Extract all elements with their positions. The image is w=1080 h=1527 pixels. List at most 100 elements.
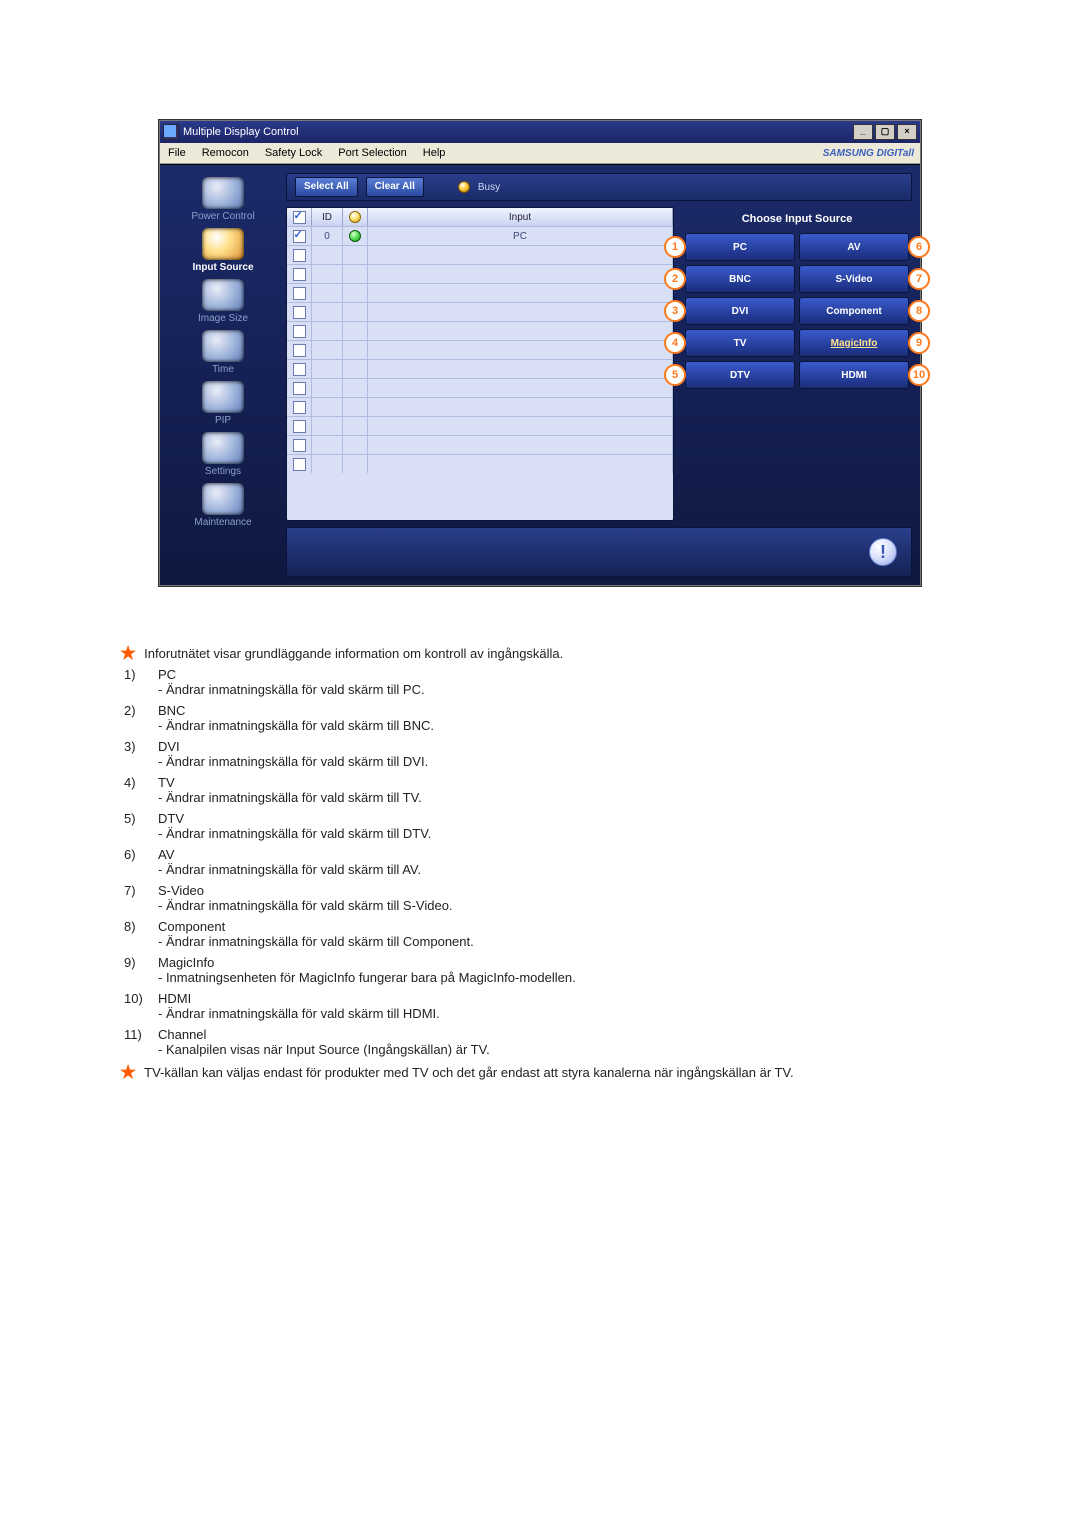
num-badge: 1 [664,236,686,258]
header-id[interactable]: ID [312,208,343,226]
input-source-panel: Choose Input Source 1PC AV6 2BNC S-Video… [682,207,912,521]
maximize-button[interactable]: ▢ [875,124,895,140]
table-body[interactable]: 0 PC [287,226,673,520]
menu-port-selection[interactable]: Port Selection [330,143,414,163]
source-bnc-button[interactable]: 2BNC [685,265,795,293]
sidebar-item-label: Maintenance [194,517,251,528]
info-icon[interactable]: ! [869,538,897,566]
source-pc-button[interactable]: 1PC [685,233,795,261]
row-checkbox[interactable] [293,249,306,262]
menu-help[interactable]: Help [415,143,454,163]
table-row[interactable]: 0 PC [287,226,673,245]
table-row[interactable] [287,245,673,264]
table-row[interactable] [287,378,673,397]
sidebar-item-image-size[interactable]: Image Size [198,277,248,326]
table-row[interactable] [287,264,673,283]
cell-input: PC [368,227,673,245]
source-svideo-button[interactable]: S-Video7 [799,265,909,293]
sidebar-item-label: Image Size [198,313,248,324]
panel-title: Choose Input Source [682,207,912,233]
note-text: TV-källan kan väljas endast för produkte… [144,1065,793,1080]
status-dot-icon [349,230,361,242]
sidebar-item-time[interactable]: Time [202,328,244,377]
source-label: MagicInfo [831,338,878,349]
table-row[interactable] [287,283,673,302]
header-input[interactable]: Input [368,208,673,226]
num-badge: 3 [664,300,686,322]
row-checkbox[interactable] [293,439,306,452]
sidebar-item-pip[interactable]: PIP [202,379,244,428]
settings-icon [202,432,244,464]
table-row[interactable] [287,321,673,340]
star-icon: ★ [120,646,136,660]
menu-file[interactable]: File [160,143,194,163]
table-row[interactable] [287,454,673,473]
header-checkbox[interactable] [287,208,312,226]
minimize-button[interactable]: _ [853,124,873,140]
row-checkbox[interactable] [293,306,306,319]
num-badge: 7 [908,268,930,290]
source-hdmi-button[interactable]: HDMI10 [799,361,909,389]
table-row[interactable] [287,416,673,435]
row-checkbox[interactable] [293,420,306,433]
num-badge: 5 [664,364,686,386]
source-label: AV [847,242,860,253]
device-table: ID Input 0 PC [286,207,674,521]
star-icon: ★ [120,1065,136,1079]
row-checkbox[interactable] [293,268,306,281]
num-badge: 9 [908,332,930,354]
source-label: HDMI [841,370,867,381]
sidebar-item-label: Time [212,364,234,375]
app-icon [163,124,179,140]
sidebar: Power Control Input Source Image Size Ti… [160,165,286,585]
num-badge: 10 [908,364,930,386]
row-checkbox[interactable] [293,363,306,376]
num-badge: 2 [664,268,686,290]
source-label: PC [733,242,747,253]
source-magicinfo-button[interactable]: MagicInfo9 [799,329,909,357]
row-checkbox[interactable] [293,382,306,395]
source-dtv-button[interactable]: 5DTV [685,361,795,389]
table-row[interactable] [287,397,673,416]
source-label: S-Video [835,274,872,285]
table-row[interactable] [287,302,673,321]
power-icon [202,177,244,209]
clear-all-button[interactable]: Clear All [366,177,424,197]
input-source-icon [202,228,244,260]
sidebar-item-input-source[interactable]: Input Source [192,226,253,275]
row-checkbox[interactable] [293,325,306,338]
app-window: Multiple Display Control _ ▢ × File Remo… [159,120,921,586]
table-row[interactable] [287,359,673,378]
menu-remocon[interactable]: Remocon [194,143,257,163]
sidebar-item-settings[interactable]: Settings [202,430,244,479]
source-tv-button[interactable]: 4TV [685,329,795,357]
busy-label: Busy [478,182,500,193]
list-item: 9)MagicInfo- Inmatningsenheten för Magic… [124,955,960,985]
time-icon [202,330,244,362]
table-row[interactable] [287,435,673,454]
source-component-button[interactable]: Component8 [799,297,909,325]
row-checkbox[interactable] [293,230,306,243]
titlebar[interactable]: Multiple Display Control _ ▢ × [160,121,920,143]
source-label: DTV [730,370,750,381]
source-dvi-button[interactable]: 3DVI [685,297,795,325]
status-header-icon [349,211,361,223]
table-row[interactable] [287,340,673,359]
source-av-button[interactable]: AV6 [799,233,909,261]
brand-label: SAMSUNG DIGITall [823,148,920,159]
feature-list: 1)PC- Ändrar inmatningskälla för vald sk… [124,667,960,1057]
select-all-button[interactable]: Select All [295,177,358,197]
sidebar-item-maintenance[interactable]: Maintenance [194,481,251,530]
sidebar-item-label: Settings [205,466,241,477]
row-checkbox[interactable] [293,287,306,300]
row-checkbox[interactable] [293,344,306,357]
list-item: 6)AV- Ändrar inmatningskälla för vald sk… [124,847,960,877]
header-status[interactable] [343,208,368,226]
list-item: 8)Component- Ändrar inmatningskälla för … [124,919,960,949]
sidebar-item-power-control[interactable]: Power Control [191,175,254,224]
row-checkbox[interactable] [293,401,306,414]
close-button[interactable]: × [897,124,917,140]
num-badge: 8 [908,300,930,322]
row-checkbox[interactable] [293,458,306,471]
menu-safety-lock[interactable]: Safety Lock [257,143,330,163]
